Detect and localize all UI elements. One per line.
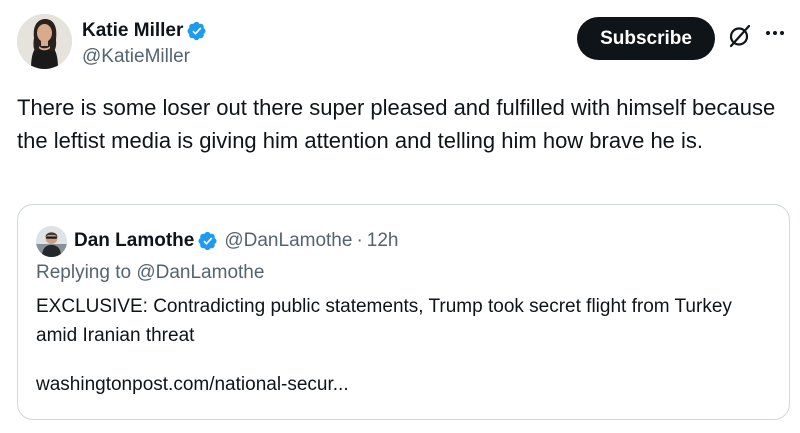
quoted-author-handle[interactable]: @DanLamothe <box>224 230 352 252</box>
tweet-header: Katie Miller @KatieMiller Subscribe <box>17 14 787 72</box>
quoted-tweet-timestamp[interactable]: 12h <box>367 230 399 252</box>
author-avatar[interactable] <box>17 14 72 69</box>
quoted-tweet-header: Dan Lamothe @DanLamothe · 12h <box>36 225 399 257</box>
quoted-author-avatar[interactable] <box>36 225 67 257</box>
grok-icon[interactable] <box>728 23 752 49</box>
tweet-text: There is some loser out there super plea… <box>17 95 776 153</box>
more-horizontal-icon[interactable] <box>766 28 788 38</box>
author-display-name[interactable]: Katie Miller <box>82 20 183 42</box>
author-name-row: Katie Miller <box>82 18 207 44</box>
replying-to-prefix: Replying to <box>36 262 137 283</box>
verified-badge-icon <box>187 21 206 41</box>
verified-badge-icon <box>198 231 217 251</box>
quoted-tweet-text: EXCLUSIVE: Contradicting public statemen… <box>36 296 732 346</box>
replying-to-handle[interactable]: @DanLamothe <box>136 262 264 283</box>
quoted-author-display-name[interactable]: Dan Lamothe <box>74 230 194 252</box>
author-name-block: Katie Miller @KatieMiller <box>82 18 207 68</box>
author-handle[interactable]: @KatieMiller <box>82 46 207 68</box>
quoted-tweet-link[interactable]: washingtonpost.com/national-secur... <box>36 374 349 396</box>
quoted-tweet-card[interactable]: Dan Lamothe @DanLamothe · 12h Replying t… <box>17 204 790 420</box>
subscribe-button[interactable]: Subscribe <box>577 17 715 60</box>
separator-dot: · <box>356 230 363 251</box>
replying-to-line: Replying to @DanLamothe <box>36 262 264 284</box>
